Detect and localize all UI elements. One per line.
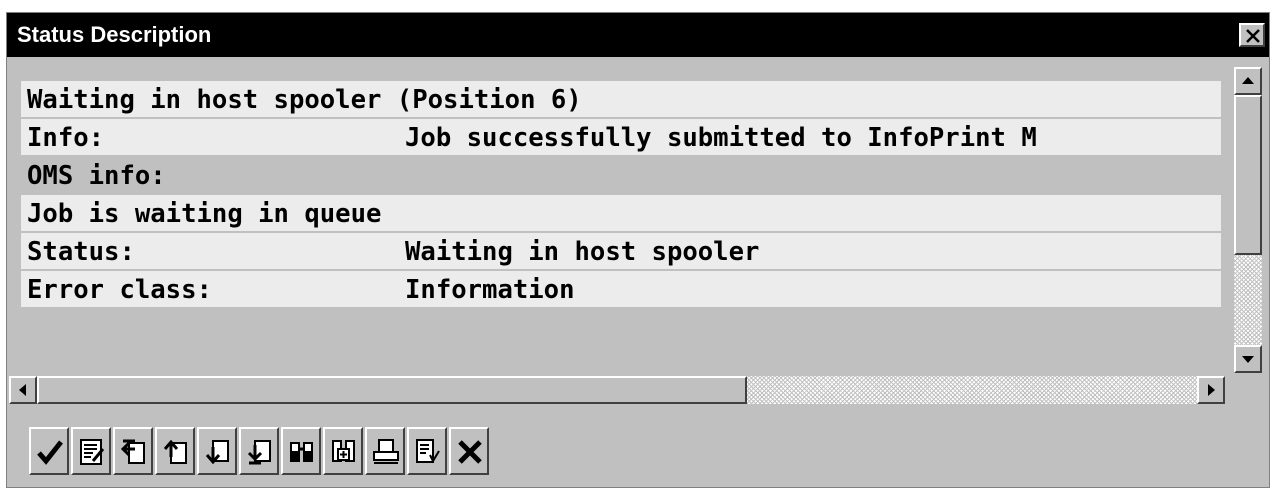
row-label: OMS info:	[27, 161, 166, 191]
scroll-right-button[interactable]	[1197, 376, 1225, 404]
window-title: Status Description	[17, 22, 212, 47]
save-local-file-button[interactable]	[407, 427, 447, 475]
print-icon	[373, 439, 399, 464]
vertical-scroll-thumb[interactable]	[1234, 95, 1262, 255]
row-label: Waiting in host spooler (Position 6)	[27, 85, 582, 115]
scroll-up-button[interactable]	[1234, 67, 1262, 95]
horizontal-scroll-thumb[interactable]	[37, 376, 747, 404]
row-value: Job successfully submitted to InfoPrint …	[405, 123, 1037, 153]
find-button[interactable]	[281, 427, 321, 475]
first-page-button[interactable]	[113, 427, 153, 475]
row-value: Waiting in host spooler	[405, 237, 760, 267]
row-label: Job is waiting in queue	[27, 199, 382, 229]
row-label: Status:	[27, 237, 135, 267]
scroll-down-button[interactable]	[1234, 345, 1262, 373]
list-item: Error class: Information	[21, 271, 1221, 309]
close-icon	[1246, 29, 1260, 43]
cancel-button[interactable]	[449, 427, 489, 475]
vertical-scroll-track[interactable]	[1234, 255, 1262, 345]
vertical-scrollbar[interactable]	[1233, 67, 1263, 373]
checkmark-icon	[37, 440, 63, 465]
arrow-down-icon	[1242, 356, 1254, 363]
print-button[interactable]	[365, 427, 405, 475]
first-page-icon	[120, 439, 145, 464]
list-item: OMS info:	[21, 157, 1221, 195]
find-next-button[interactable]	[323, 427, 363, 475]
title-bar: Status Description	[7, 13, 1269, 57]
list-item: Job is waiting in queue	[21, 195, 1221, 233]
details-button[interactable]	[71, 427, 111, 475]
list-item: Waiting in host spooler (Position 6)	[21, 81, 1221, 119]
row-label: Error class:	[27, 275, 212, 305]
find-icon	[290, 442, 313, 462]
next-page-button[interactable]	[197, 427, 237, 475]
next-page-icon	[205, 440, 229, 465]
arrow-right-icon	[1208, 384, 1215, 396]
arrow-left-icon	[19, 384, 26, 396]
horizontal-scroll-track[interactable]	[747, 376, 1197, 404]
arrow-up-icon	[1242, 77, 1254, 84]
save-local-file-icon	[416, 439, 440, 464]
scroll-left-button[interactable]	[9, 376, 37, 404]
previous-page-button[interactable]	[155, 427, 195, 475]
close-button[interactable]	[1239, 23, 1265, 47]
last-page-icon	[247, 440, 271, 465]
status-list: Waiting in host spooler (Position 6) Inf…	[21, 81, 1221, 331]
previous-page-icon	[163, 439, 187, 464]
list-item: Status: Waiting in host spooler	[21, 233, 1221, 271]
status-description-dialog: Status Description Waiting in host spool…	[6, 12, 1270, 488]
list-item: Info: Job successfully submitted to Info…	[21, 119, 1221, 157]
last-page-button[interactable]	[239, 427, 279, 475]
horizontal-scrollbar[interactable]	[9, 375, 1227, 405]
detail-list-icon	[80, 439, 105, 465]
row-value: Information	[405, 275, 575, 305]
row-label: Info:	[27, 123, 105, 153]
cancel-icon	[458, 440, 482, 464]
continue-button[interactable]	[29, 427, 69, 475]
find-next-icon	[332, 440, 355, 462]
